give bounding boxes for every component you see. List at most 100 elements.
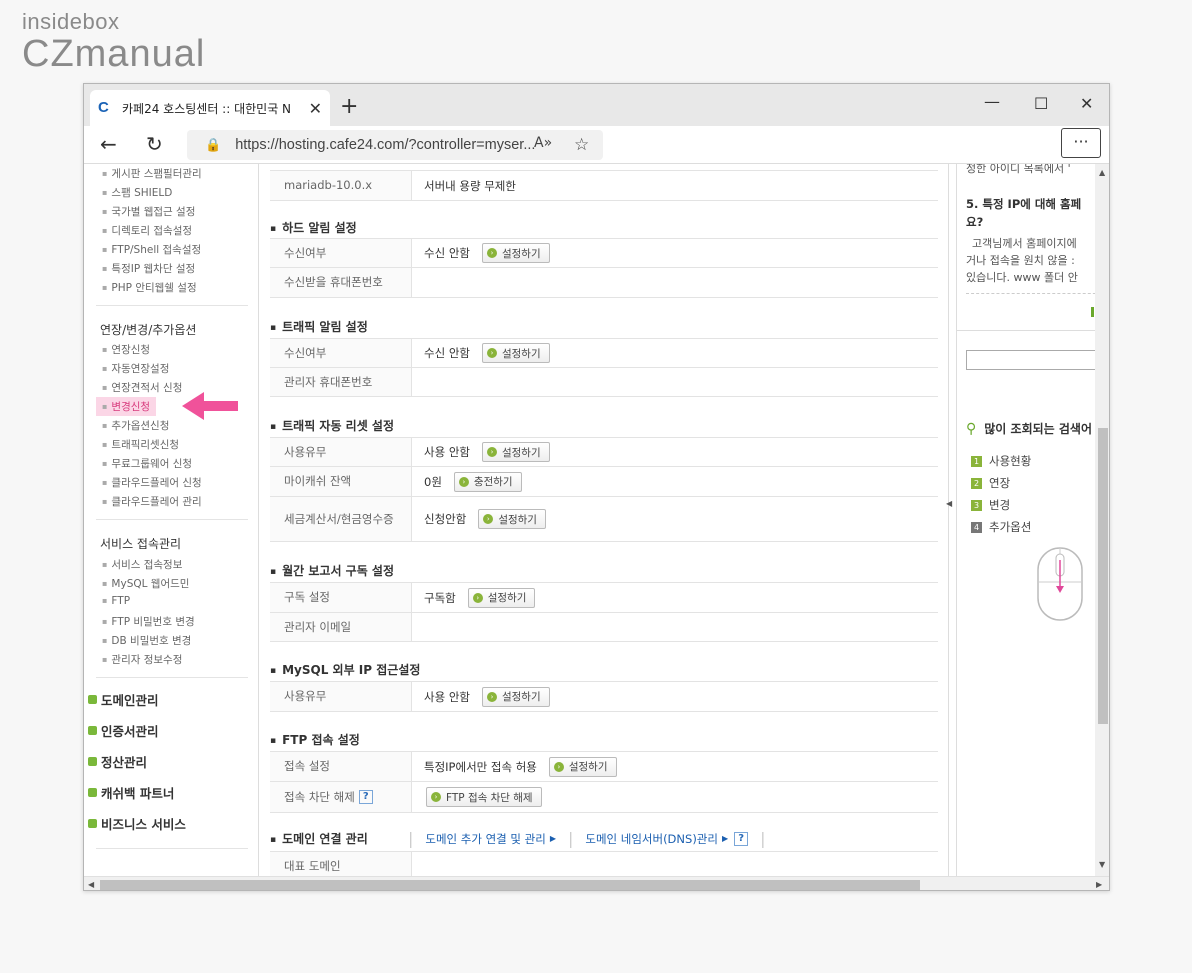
row-value: 수신 안함 › 설정하기	[424, 339, 550, 367]
charge-button[interactable]: › 충전하기	[453, 471, 522, 492]
ftp-unblock-button[interactable]: › FTP 접속 차단 해제	[426, 787, 542, 807]
sidebar-item[interactable]: DB 비밀번호 변경	[102, 633, 191, 648]
table-row: 관리자 휴대폰번호	[270, 367, 938, 396]
sidebar-item-change-request[interactable]: 변경신청	[96, 397, 157, 416]
scroll-thumb[interactable]	[100, 880, 920, 890]
more-menu-button[interactable]: ···	[1061, 128, 1101, 158]
category-bullet-icon	[88, 819, 97, 828]
row-label: 수신여부	[270, 339, 412, 367]
sidebar-item[interactable]: FTP	[102, 595, 130, 607]
button-label: 설정하기	[501, 691, 541, 703]
pink-arrow-icon	[182, 392, 238, 420]
category-label: 인증서관리	[101, 724, 159, 739]
popular-item[interactable]: 4 추가옵션	[971, 519, 1031, 535]
help-icon[interactable]: ?	[358, 790, 373, 804]
help-icon[interactable]: ?	[734, 831, 749, 846]
row-label: 관리자 이메일	[270, 613, 412, 641]
horizontal-scrollbar[interactable]: ◀ ▶	[84, 876, 1109, 890]
value-text: 신청안함	[424, 512, 467, 526]
collapse-arrow-icon[interactable]: ◀	[946, 499, 952, 508]
browser-tab[interactable]: C 카페24 호스팅센터 :: 대한민국 N ✕	[90, 90, 330, 126]
maximize-icon[interactable]: ☐	[1034, 94, 1048, 113]
dns-manage-link[interactable]: 도메인 네임서버(DNS)관리	[585, 831, 718, 847]
popular-item[interactable]: 1 사용현황	[971, 453, 1031, 469]
left-sidebar: 게시판 스팸필터관리 스팸 SHIELD 국가별 웹접근 설정 디렉토리 접속설…	[84, 164, 259, 876]
sidebar-item[interactable]: 국가별 웹접근 설정	[102, 204, 195, 219]
popular-item-label: 사용현황	[989, 454, 1032, 468]
popular-item[interactable]: 2 연장	[971, 475, 1010, 491]
sidebar-item[interactable]: 서비스 접속정보	[102, 557, 182, 572]
button-label: FTP 접속 차단 해제	[446, 791, 533, 804]
sidebar-item[interactable]: 디렉토리 접속설정	[102, 223, 192, 238]
settings-button[interactable]: › 설정하기	[467, 587, 536, 608]
row-label: 대표 도메인	[270, 852, 412, 876]
scroll-up-icon[interactable]: ▲	[1099, 168, 1105, 177]
faq-title[interactable]: 5. 특정 IP에 대해 홈페	[966, 196, 1081, 212]
rank-badge-icon: 3	[971, 499, 982, 511]
value-text: 사용 안함	[424, 445, 470, 459]
table-row: 마이캐쉬 잔액 0원 › 충전하기	[270, 466, 938, 496]
sidebar-item[interactable]: 게시판 스팸필터관리	[102, 166, 201, 181]
sidebar-category[interactable]: 도메인관리	[88, 690, 159, 709]
sidebar-category[interactable]: 캐쉬백 파트너	[88, 783, 174, 802]
close-window-icon[interactable]: ✕	[1080, 94, 1093, 113]
divider	[270, 396, 938, 397]
popular-item[interactable]: 3 변경	[971, 497, 1010, 513]
sidebar-item[interactable]: 특정IP 웹차단 설정	[102, 261, 195, 276]
settings-button[interactable]: › 설정하기	[481, 343, 550, 363]
add-favorite-icon[interactable]: ☆	[574, 135, 589, 155]
popular-search-title: ⚲ 많이 조회되는 검색어	[966, 420, 1092, 437]
scroll-down-icon[interactable]: ▼	[1099, 860, 1105, 869]
row-value: 신청안함 › 설정하기	[424, 497, 546, 541]
sidebar-item[interactable]: 연장신청	[102, 342, 150, 357]
sidebar-item[interactable]: 트래픽리셋신청	[102, 437, 179, 452]
sidebar-category[interactable]: 비즈니스 서비스	[88, 814, 186, 833]
table-row: 대표 도메인	[270, 851, 938, 876]
sidebar-item[interactable]: 클라우드플레어 신청	[102, 475, 201, 490]
settings-button[interactable]: › 설정하기	[548, 756, 617, 777]
sidebar-item[interactable]: FTP/Shell 접속설정	[102, 242, 201, 257]
scroll-right-icon[interactable]: ▶	[1096, 880, 1102, 889]
sidebar-item[interactable]: PHP 안티웹쉘 설정	[102, 280, 196, 295]
cafe24-favicon-icon: C	[98, 99, 109, 116]
sidebar-category[interactable]: 정산관리	[88, 752, 147, 771]
arrow-bullet-icon: ›	[486, 348, 497, 358]
back-arrow-icon[interactable]: ←	[100, 132, 117, 156]
sidebar-item[interactable]: 클라우드플레어 관리	[102, 494, 201, 509]
section-title: 월간 보고서 구독 설정	[270, 562, 394, 579]
vertical-scrollbar[interactable]: ▲ ▼	[1095, 164, 1109, 876]
settings-button[interactable]: › 설정하기	[481, 243, 550, 263]
sidebar-item[interactable]: FTP 비밀번호 변경	[102, 614, 194, 629]
value-text: 0원	[424, 474, 442, 489]
sidebar-item[interactable]: 무료그룹웨어 신청	[102, 456, 192, 471]
popular-item-label: 추가옵션	[989, 520, 1032, 534]
button-label: 충전하기	[473, 476, 513, 488]
arrow-bullet-icon: ›	[486, 691, 497, 702]
sidebar-item[interactable]: 연장견적서 신청	[102, 380, 182, 395]
page-content: 게시판 스팸필터관리 스팸 SHIELD 국가별 웹접근 설정 디렉토리 접속설…	[84, 164, 1109, 876]
new-tab-icon[interactable]: +	[340, 94, 358, 119]
read-aloud-icon[interactable]: A»	[534, 135, 552, 151]
lock-icon: 🔒	[205, 137, 222, 153]
sidebar-item[interactable]: 추가옵션신청	[102, 418, 169, 433]
scroll-thumb[interactable]	[1098, 428, 1108, 724]
divider	[270, 641, 938, 642]
refresh-icon[interactable]: ↻	[146, 132, 163, 156]
minimize-icon[interactable]: —	[984, 92, 1000, 111]
settings-button[interactable]: › 설정하기	[481, 442, 550, 462]
sidebar-item[interactable]: 자동연장설정	[102, 361, 169, 376]
table-row: 접속 설정 특정IP에서만 접속 허용 › 설정하기	[270, 751, 938, 781]
sidebar-item[interactable]: 관리자 정보수정	[102, 652, 182, 667]
scroll-left-icon[interactable]: ◀	[88, 880, 94, 889]
more-indicator-icon	[1091, 307, 1094, 317]
settings-button[interactable]: › 설정하기	[481, 686, 550, 707]
close-tab-icon[interactable]: ✕	[309, 99, 322, 118]
table-row: 사용유무 사용 안함 › 설정하기	[270, 681, 938, 711]
settings-button[interactable]: › 설정하기	[478, 509, 546, 529]
sidebar-item[interactable]: MySQL 웹어드민	[102, 576, 189, 591]
sidebar-item[interactable]: 스팸 SHIELD	[102, 185, 172, 200]
domain-add-link[interactable]: 도메인 추가 연결 및 관리	[425, 831, 545, 847]
search-input[interactable]	[966, 350, 1104, 370]
row-value: 구독함 › 설정하기	[424, 583, 536, 612]
sidebar-category[interactable]: 인증서관리	[88, 721, 159, 740]
